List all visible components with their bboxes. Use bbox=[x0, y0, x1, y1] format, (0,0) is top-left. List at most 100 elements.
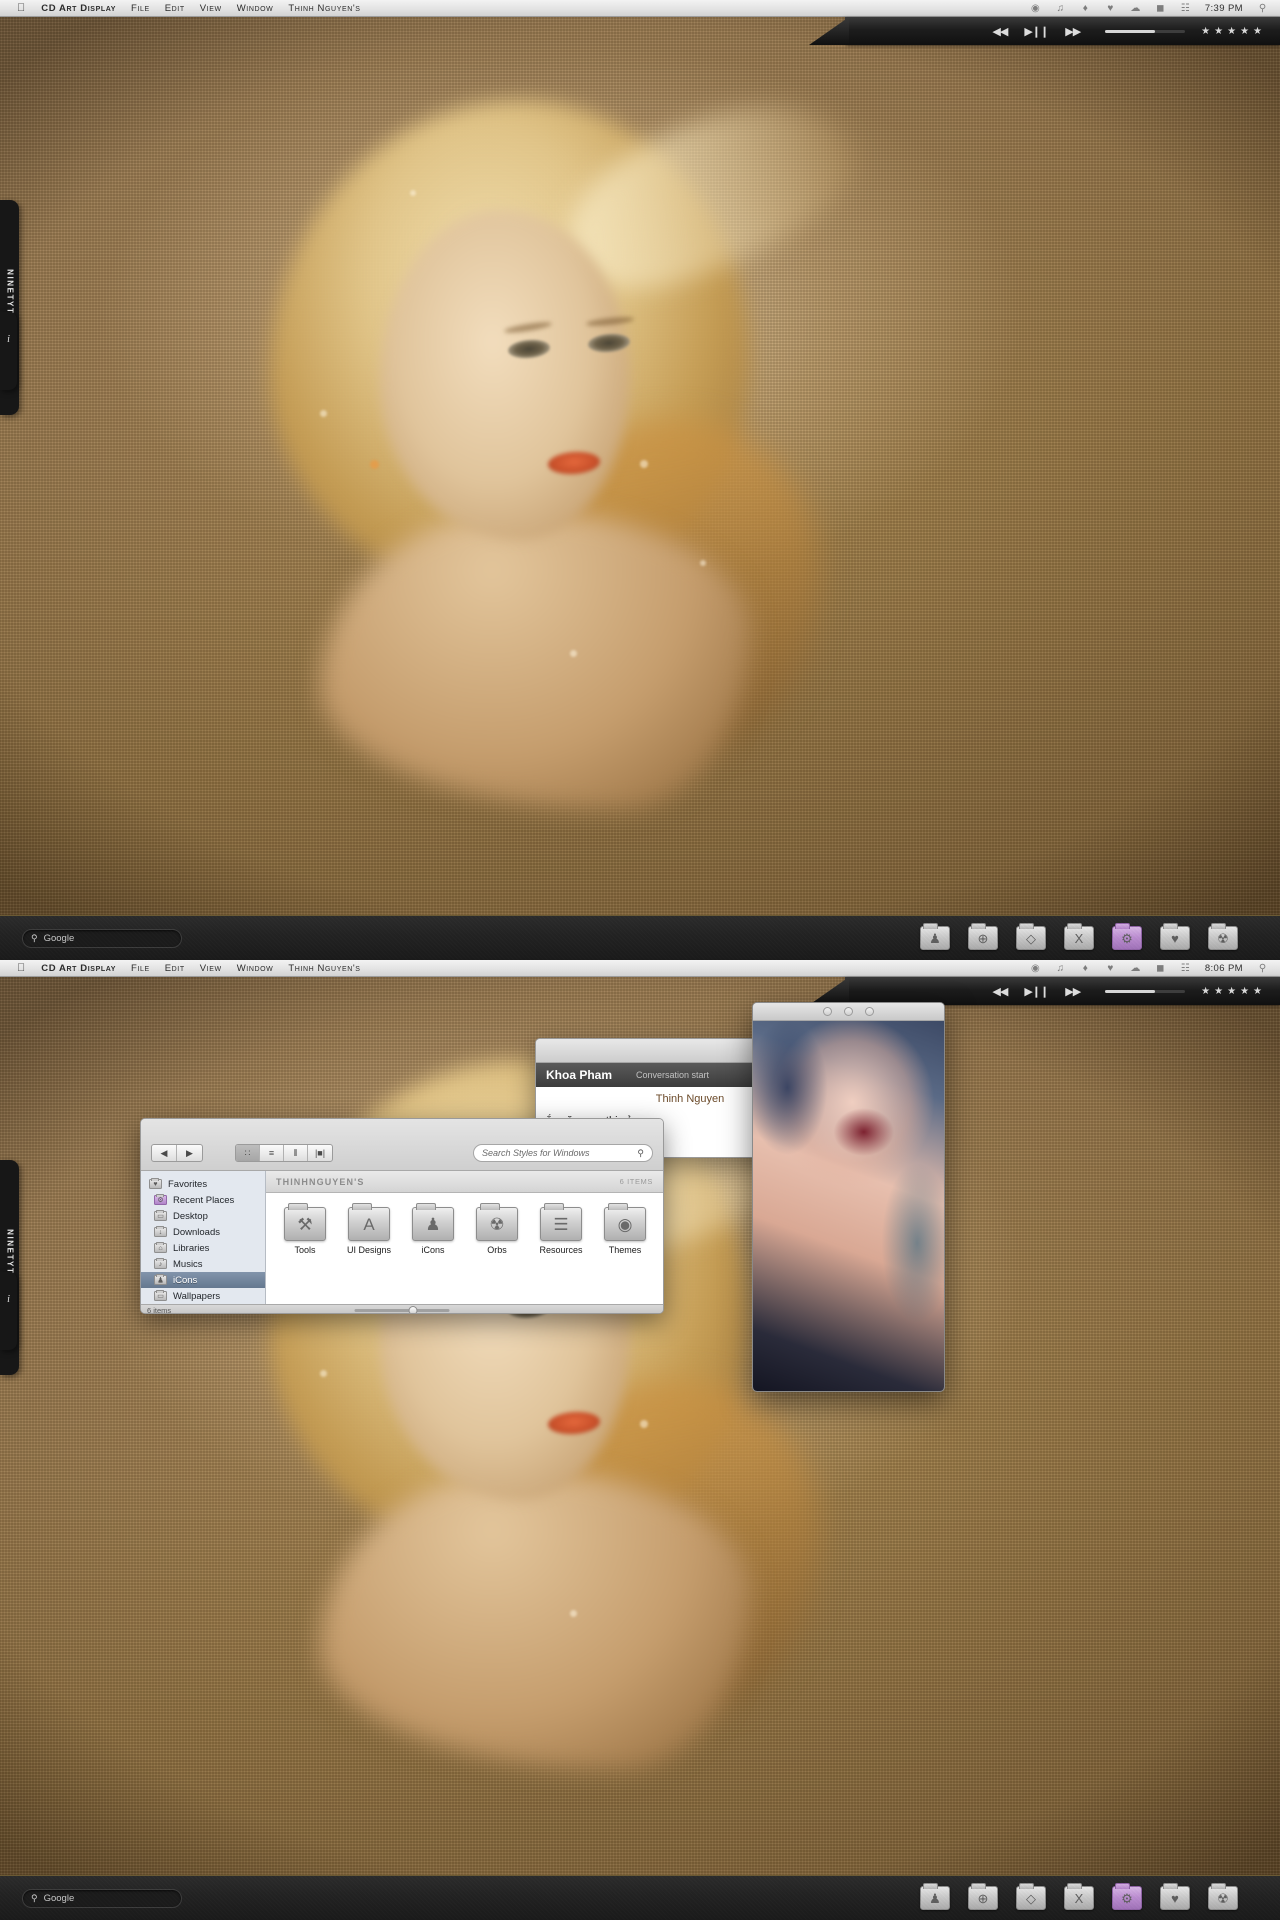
finder-search-input[interactable]: Search Styles for Windows ⚲ bbox=[473, 1144, 653, 1162]
dock-folder-heart[interactable]: ♥ bbox=[1160, 923, 1190, 950]
music-note-icon[interactable]: ♫ bbox=[1055, 3, 1066, 14]
viewer-dot-3[interactable] bbox=[865, 1007, 874, 1016]
media-prev-button[interactable]: ◀◀ bbox=[992, 985, 1008, 998]
file-item-themes[interactable]: ◉ Themes bbox=[600, 1203, 650, 1255]
viewer-dot-1[interactable] bbox=[823, 1007, 832, 1016]
photo-viewer-titlebar[interactable] bbox=[753, 1003, 944, 1021]
menu-item-view[interactable]: View bbox=[200, 3, 222, 14]
menu-item-edit[interactable]: Edit bbox=[165, 3, 185, 14]
menu-item-window[interactable]: Window bbox=[237, 3, 274, 14]
menu-item-app[interactable]: CD Art Display bbox=[41, 963, 116, 974]
nav-forward-button[interactable]: ▶ bbox=[177, 1145, 202, 1161]
dock-search-placeholder: Google bbox=[43, 932, 75, 944]
sidebar-item-libraries[interactable]: ⌂ Libraries bbox=[141, 1240, 265, 1256]
chat-bubble-icon[interactable]: ◼ bbox=[1155, 3, 1166, 14]
media-rating-stars[interactable]: ★★★★★ bbox=[1201, 26, 1266, 37]
finder-zoom-slider[interactable] bbox=[354, 1305, 450, 1313]
file-item-tools[interactable]: ⚒ Tools bbox=[280, 1203, 330, 1255]
heart-icon[interactable]: ♥ bbox=[1105, 3, 1116, 14]
menu-item-file[interactable]: File bbox=[131, 963, 150, 974]
cloud-icon[interactable]: ☁ bbox=[1130, 3, 1141, 14]
apple-icon[interactable]:  bbox=[17, 962, 25, 974]
menu-item-file[interactable]: File bbox=[131, 3, 150, 14]
finder-nav-group[interactable]: ◀ ▶ bbox=[151, 1144, 203, 1162]
media-player-widget-2: ◀◀ ▶❙❙ ▶▶ ★★★★★ bbox=[845, 977, 1280, 1005]
view-coverflow[interactable]: |■| bbox=[308, 1145, 332, 1161]
media-rating-stars[interactable]: ★★★★★ bbox=[1201, 986, 1266, 997]
sidebar-item-musics[interactable]: ♪ Musics bbox=[141, 1256, 265, 1272]
file-label: Tools bbox=[294, 1245, 316, 1255]
info-tab[interactable]: i bbox=[0, 312, 17, 390]
rss-icon[interactable]: ♦ bbox=[1080, 3, 1091, 14]
menu-item-edit[interactable]: Edit bbox=[165, 963, 185, 974]
spotlight-search-icon[interactable]: ⚲ bbox=[1257, 963, 1268, 974]
nav-back-button[interactable]: ◀ bbox=[152, 1145, 177, 1161]
dock-folder-person[interactable]: ♟ bbox=[920, 1883, 950, 1910]
stack-icon: ☰ bbox=[540, 1203, 582, 1241]
menu-item-user[interactable]: Thinh Nguyen's bbox=[288, 963, 360, 974]
menu-clock[interactable]: 8:06 PM bbox=[1205, 963, 1243, 974]
equalizer-icon[interactable]: ☷ bbox=[1180, 3, 1191, 14]
view-icon-grid[interactable]: ∷ bbox=[236, 1145, 260, 1161]
dock-folder-compass[interactable]: ◇ bbox=[1016, 1883, 1046, 1910]
dock-folder-heart[interactable]: ♥ bbox=[1160, 1883, 1190, 1910]
file-item-resources[interactable]: ☰ Resources bbox=[536, 1203, 586, 1255]
heart-icon[interactable]: ♥ bbox=[1105, 963, 1116, 974]
dock-folder-orb[interactable]: ☢ bbox=[1208, 1883, 1238, 1910]
sidebar-label: Musics bbox=[173, 1258, 203, 1270]
chat-bubble-icon[interactable]: ◼ bbox=[1155, 963, 1166, 974]
droplet-icon[interactable]: ◉ bbox=[1030, 963, 1041, 974]
dock-folder-person[interactable]: ♟ bbox=[920, 923, 950, 950]
sidebar-item-icons[interactable]: ♟ iCons bbox=[141, 1272, 265, 1288]
equalizer-icon[interactable]: ☷ bbox=[1180, 963, 1191, 974]
media-playpause-button[interactable]: ▶❙❙ bbox=[1024, 25, 1049, 38]
music-note-icon[interactable]: ♫ bbox=[1055, 963, 1066, 974]
file-item-icons[interactable]: ♟ iCons bbox=[408, 1203, 458, 1255]
media-progress-slider[interactable] bbox=[1105, 989, 1186, 993]
droplet-icon[interactable]: ◉ bbox=[1030, 3, 1041, 14]
sidebar-item-favorites[interactable]: ♥ Favorites bbox=[141, 1176, 265, 1192]
media-playpause-button[interactable]: ▶❙❙ bbox=[1024, 985, 1049, 998]
cloud-icon[interactable]: ☁ bbox=[1130, 963, 1141, 974]
view-list[interactable]: ≡ bbox=[260, 1145, 284, 1161]
finder-status-text: 6 items bbox=[147, 1305, 172, 1314]
dock-folder-globe[interactable]: ⊕ bbox=[968, 1883, 998, 1910]
media-progress-slider[interactable] bbox=[1105, 29, 1186, 33]
sidebar-item-recent-places[interactable]: ⚙ Recent Places bbox=[141, 1192, 265, 1208]
photo-viewer-window[interactable] bbox=[752, 1002, 945, 1392]
sidebar-item-wallpapers[interactable]: ▭ Wallpapers bbox=[141, 1288, 265, 1304]
dock-folder-x[interactable]: X bbox=[1064, 923, 1094, 950]
apple-icon[interactable]:  bbox=[17, 2, 25, 14]
dock-search-input[interactable]: ⚲ Google bbox=[22, 928, 182, 948]
music-folder-icon: ♪ bbox=[154, 1258, 167, 1269]
info-tab-2[interactable]: i bbox=[0, 1272, 17, 1350]
dock-folder-compass[interactable]: ◇ bbox=[1016, 923, 1046, 950]
menu-item-window[interactable]: Window bbox=[237, 963, 274, 974]
spotlight-search-icon[interactable]: ⚲ bbox=[1257, 3, 1268, 14]
sidebar-item-downloads[interactable]: ↓ Downloads bbox=[141, 1224, 265, 1240]
rss-icon[interactable]: ♦ bbox=[1080, 963, 1091, 974]
finder-view-mode-group[interactable]: ∷ ≡ ⦀ |■| bbox=[235, 1144, 333, 1162]
magnifier-icon: ⚲ bbox=[637, 1147, 644, 1158]
dock-folder-globe[interactable]: ⊕ bbox=[968, 923, 998, 950]
dock-search-input[interactable]: ⚲ Google bbox=[22, 1888, 182, 1908]
menu-item-view[interactable]: View bbox=[200, 963, 222, 974]
dock-folder-x[interactable]: X bbox=[1064, 1883, 1094, 1910]
file-item-orbs[interactable]: ☢ Orbs bbox=[472, 1203, 522, 1255]
media-prev-button[interactable]: ◀◀ bbox=[992, 25, 1008, 38]
menu-item-user[interactable]: Thinh Nguyen's bbox=[288, 3, 360, 14]
finder-window[interactable]: ◀ ▶ ∷ ≡ ⦀ |■| Search Styles for Windows … bbox=[140, 1118, 664, 1314]
menu-item-app[interactable]: CD Art Display bbox=[41, 3, 116, 14]
media-next-button[interactable]: ▶▶ bbox=[1065, 25, 1081, 38]
view-columns[interactable]: ⦀ bbox=[284, 1145, 308, 1161]
viewer-dot-2[interactable] bbox=[844, 1007, 853, 1016]
dock-folder-orb[interactable]: ☢ bbox=[1208, 923, 1238, 950]
file-label: Resources bbox=[539, 1245, 583, 1255]
file-item-ui-designs[interactable]: A UI Designs bbox=[344, 1203, 394, 1255]
media-next-button[interactable]: ▶▶ bbox=[1065, 985, 1081, 998]
dock-folder-gear[interactable]: ⚙ bbox=[1112, 923, 1142, 950]
menu-clock[interactable]: 7:39 PM bbox=[1205, 3, 1243, 14]
dock-folder-gear[interactable]: ⚙ bbox=[1112, 1883, 1142, 1910]
sidebar-item-desktop[interactable]: ▭ Desktop bbox=[141, 1208, 265, 1224]
x-icon: X bbox=[1074, 931, 1084, 946]
